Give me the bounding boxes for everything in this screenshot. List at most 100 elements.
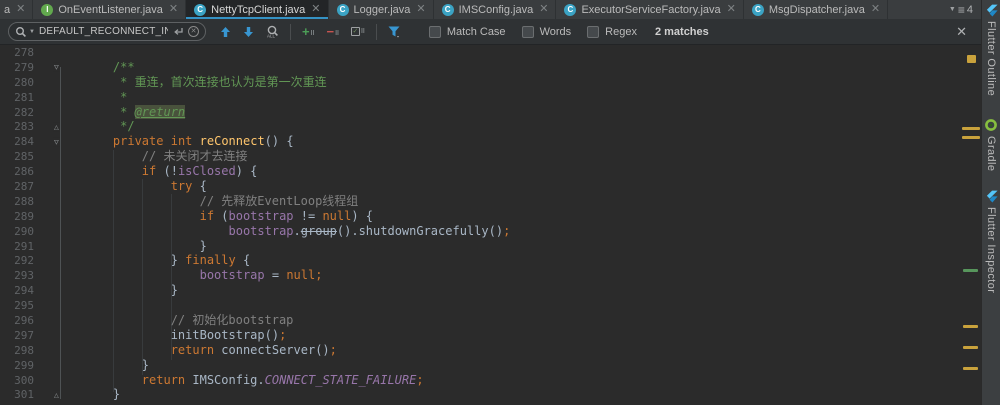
fold-end-icon[interactable]: △ (53, 390, 60, 400)
code-line-297[interactable]: 297 initBootstrap(); (0, 328, 981, 343)
fold-end-icon[interactable]: △ (53, 122, 60, 132)
code-line-289[interactable]: 289 if (bootstrap != null) { (0, 209, 981, 224)
checkbox-icon[interactable] (587, 25, 600, 38)
code-line-291[interactable]: 291 } (0, 239, 981, 254)
next-occurrence-button[interactable] (237, 19, 260, 44)
tabs-container: a ✕ I OnEventListener.java ✕ C NettyTcpClient.… (0, 0, 889, 19)
code-line-284[interactable]: 284 ▽ private int reConnect() { (0, 134, 981, 149)
search-history-chevron-icon[interactable]: ▼ (29, 29, 35, 35)
search-query-text[interactable]: DEFAULT_RECONNECT_INTERVAL (39, 26, 168, 37)
line-number: 291 (14, 239, 34, 253)
code-text: // 初始化bootstrap (84, 313, 294, 328)
code-editor[interactable]: 278 279 ▽ /** 280 * 重连，首次连接也认为是第一次重连 281 * 28… (0, 45, 981, 405)
tool-button-flutter-outline[interactable]: Flutter Outline (985, 0, 998, 96)
checkbox-icon[interactable] (428, 25, 441, 38)
chevron-down-icon: ▼ (948, 6, 956, 13)
code-line-301[interactable]: 301 △ } (0, 387, 981, 402)
scrollbar-mark[interactable] (962, 127, 980, 130)
code-line-290[interactable]: 290 bootstrap.group().shutdownGracefully… (0, 224, 981, 239)
close-tab-icon[interactable]: ✕ (727, 4, 736, 15)
tab-label: MsgDispatcher.java (768, 3, 865, 16)
code-line-281[interactable]: 281 * (0, 90, 981, 105)
code-line-293[interactable]: 293 bootstrap = null; (0, 268, 981, 283)
code-line-283[interactable]: 283 △ */ (0, 119, 981, 134)
code-line-285[interactable]: 285 // 未关闭才去连接 (0, 149, 981, 164)
option-words[interactable]: Words (521, 25, 572, 38)
tab-oneventlistener-java[interactable]: I OnEventListener.java ✕ (33, 0, 187, 19)
code-line-278[interactable]: 278 (0, 45, 981, 60)
code-text: private int reConnect() { (84, 134, 294, 149)
tab-list-icon: ≡ (957, 2, 965, 17)
find-all-button[interactable]: ALL (260, 19, 285, 44)
code-line-282[interactable]: 282 * @return (0, 104, 981, 120)
close-tab-icon[interactable]: ✕ (416, 4, 425, 15)
close-find-bar-icon[interactable]: ✕ (950, 24, 973, 40)
option-label: Words (539, 25, 572, 38)
search-input[interactable]: ▼ DEFAULT_RECONNECT_INTERVAL ✕ (8, 22, 206, 41)
line-number: 282 (14, 105, 34, 119)
code-line-294[interactable]: 294 } (0, 283, 981, 298)
tool-button-gradle[interactable]: Gradle (984, 114, 998, 172)
arrow-up-icon (221, 26, 230, 37)
line-number: 278 (14, 45, 34, 59)
line-number: 287 (14, 179, 34, 193)
scrollbar-mark[interactable] (963, 367, 978, 370)
filter-search-results-button[interactable] (382, 19, 407, 44)
code-text: } (84, 238, 207, 253)
code-line-296[interactable]: 296 // 初始化bootstrap (0, 313, 981, 328)
find-options-group: Match Case Words Regex (428, 25, 637, 38)
line-number: 300 (14, 373, 34, 387)
fold-collapse-icon[interactable]: ▽ (53, 137, 60, 147)
code-text: if (!isClosed) { (141, 164, 258, 179)
find-all-icon: ALL (267, 25, 278, 38)
tab-a[interactable]: a ✕ (0, 0, 34, 19)
option-match-case[interactable]: Match Case (428, 25, 506, 38)
scrollbar-mark[interactable] (963, 325, 978, 328)
tool-button-flutter-inspector[interactable]: Flutter Inspector (985, 186, 998, 293)
tool-button-label: Flutter Inspector (985, 206, 997, 293)
flutter-icon (986, 4, 998, 17)
scrollbar-mark[interactable] (963, 269, 978, 272)
code-line-295[interactable]: 295 (0, 298, 981, 313)
class-icon: C (194, 3, 207, 16)
code-line-280[interactable]: 280 * 重连，首次连接也认为是第一次重连 (0, 75, 981, 90)
code-line-300[interactable]: 300 return IMSConfig.CONNECT_STATE_FAILU… (0, 373, 981, 388)
newline-icon[interactable] (172, 27, 184, 37)
close-tab-icon[interactable]: ✕ (539, 4, 548, 15)
close-tab-icon[interactable]: ✕ (169, 4, 178, 15)
close-tab-icon[interactable]: ✕ (871, 4, 880, 15)
code-line-287[interactable]: 287 try { (0, 179, 981, 194)
hidden-tabs-dropdown[interactable]: ▼ ≡ 4 (941, 0, 981, 19)
code-text: // 未关闭才去连接 (84, 149, 248, 164)
code-line-279[interactable]: 279 ▽ /** (0, 60, 981, 75)
close-tab-icon[interactable]: ✕ (16, 4, 25, 15)
scrollbar-mark[interactable] (962, 136, 980, 139)
tab-logger-java[interactable]: C Logger.java ✕ (329, 0, 434, 19)
code-line-288[interactable]: 288 // 先释放EventLoop线程组 (0, 194, 981, 209)
previous-occurrence-button[interactable] (214, 19, 237, 44)
code-line-299[interactable]: 299 } (0, 358, 981, 373)
tab-imsconfig-java[interactable]: C IMSConfig.java ✕ (434, 0, 557, 19)
close-tab-icon[interactable]: ✕ (311, 4, 320, 15)
select-all-occurrences-button[interactable]: ✓ II (345, 27, 371, 36)
arrow-down-icon (244, 26, 253, 37)
line-number: 299 (14, 358, 34, 372)
tab-msgdispatcher-java[interactable]: C MsgDispatcher.java ✕ (744, 0, 889, 19)
clear-search-icon[interactable]: ✕ (188, 26, 199, 37)
option-regex[interactable]: Regex (587, 25, 637, 38)
code-line-286[interactable]: 286 if (!isClosed) { (0, 164, 981, 179)
code-line-298[interactable]: 298 return connectServer(); (0, 343, 981, 358)
fold-collapse-icon[interactable]: ▽ (53, 62, 60, 72)
scrollbar-mark[interactable] (967, 55, 976, 63)
code-line-292[interactable]: 292 } finally { (0, 253, 981, 268)
line-number: 301 (14, 388, 34, 402)
remove-occurrence-button[interactable]: − II (320, 25, 344, 38)
code-text: if (bootstrap != null) { (199, 208, 374, 223)
scrollbar-mark[interactable] (963, 346, 978, 349)
tool-button-label: Flutter Outline (985, 21, 997, 97)
tab-executorservicefactory-java[interactable]: C ExecutorServiceFactory.java ✕ (556, 0, 744, 19)
add-occurrence-button[interactable]: + II (296, 25, 320, 38)
code-text: bootstrap = null; (199, 268, 323, 283)
checkbox-icon[interactable] (521, 25, 534, 38)
tab-nettytcpclient-java[interactable]: C NettyTcpClient.java ✕ (186, 0, 329, 19)
